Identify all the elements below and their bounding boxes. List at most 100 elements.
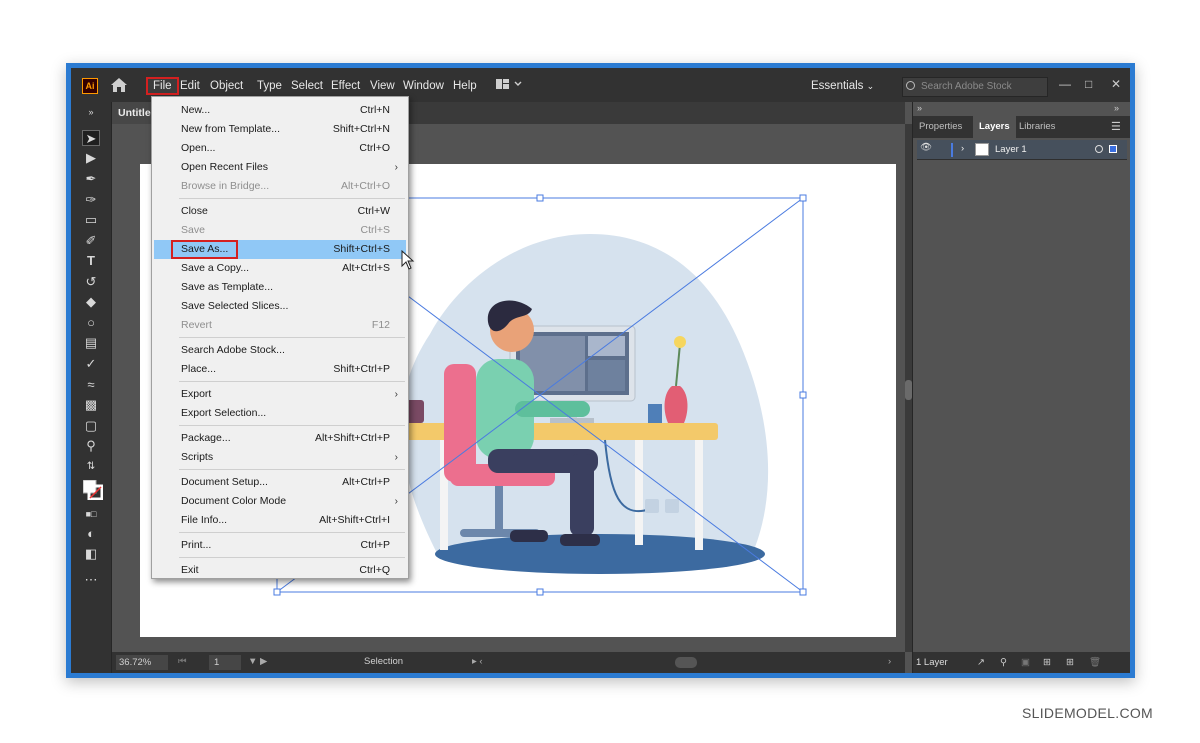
menu-separator [179, 557, 405, 558]
menu-item-shortcut: Shift+Ctrl+P [333, 363, 390, 375]
menu-item-new[interactable]: New... Ctrl+N [154, 101, 406, 120]
clipping-mask-icon[interactable]: ▣ [1021, 652, 1030, 673]
swap-colors-icon[interactable]: ⇅ [82, 459, 100, 475]
menu-item-open[interactable]: Open... Ctrl+O [154, 139, 406, 158]
new-sublayer-icon[interactable]: ⊞ [1043, 652, 1051, 673]
new-layer-icon[interactable]: ⊞ [1066, 652, 1074, 673]
vertical-scrollbar[interactable] [905, 124, 912, 652]
menu-view[interactable]: View [365, 77, 400, 95]
blend-tool-icon[interactable]: ≈ [82, 377, 100, 393]
zoom-tool-icon[interactable]: ⚲ [82, 438, 100, 454]
collapse-panel-icon[interactable]: » [917, 103, 922, 113]
maximize-button[interactable]: □ [1085, 77, 1092, 91]
type-tool-icon[interactable]: T [82, 253, 100, 269]
menu-item-place[interactable]: Place... Shift+Ctrl+P [154, 360, 406, 379]
draw-mode-icon[interactable]: ◐ [82, 526, 100, 542]
selection-tool-icon[interactable]: ➤ [82, 130, 100, 146]
menu-item-save[interactable]: Save Ctrl+S [154, 221, 406, 240]
submenu-arrow-icon: › [394, 162, 398, 173]
menu-item-file-info[interactable]: File Info... Alt+Shift+Ctrl+I [154, 511, 406, 530]
menu-object[interactable]: Object [205, 77, 248, 95]
tab-libraries[interactable]: Libraries [1013, 116, 1061, 138]
eraser-tool-icon[interactable]: ◆ [82, 294, 100, 310]
first-artboard-icon[interactable]: ⏮ [178, 656, 187, 667]
menu-effect[interactable]: Effect [326, 77, 365, 95]
menu-item-scripts[interactable]: Scripts › [154, 448, 406, 467]
layer-name[interactable]: Layer 1 [995, 144, 1027, 155]
rotate-tool-icon[interactable]: ↺ [82, 274, 100, 290]
fill-stroke-swatch[interactable] [83, 480, 103, 500]
direct-selection-tool-icon[interactable]: ▶ [82, 150, 100, 166]
menu-file[interactable]: File [146, 77, 179, 95]
collapse-toolbar-icon[interactable]: » [82, 104, 100, 120]
pen-tool-icon[interactable]: ✒ [82, 171, 100, 187]
tab-layers[interactable]: Layers [973, 116, 1016, 138]
menu-item-save-as-template[interactable]: Save as Template... [154, 278, 406, 297]
document-tab[interactable]: Untitled [112, 102, 152, 124]
screen-mode-icon[interactable]: ◧ [82, 546, 100, 562]
lasso-tool-icon[interactable]: ○ [82, 315, 100, 331]
delete-icon[interactable]: 🗑 [1089, 652, 1101, 673]
curvature-tool-icon[interactable]: ✑ [82, 192, 100, 208]
color-mode-icon[interactable]: ■□ [82, 506, 100, 522]
workspace-dropdown[interactable]: Essentials ⌄ [811, 77, 874, 95]
menu-item-save-a-copy[interactable]: Save a Copy... Alt+Ctrl+S [154, 259, 406, 278]
menu-item-package[interactable]: Package... Alt+Shift+Ctrl+P [154, 429, 406, 448]
menu-edit[interactable]: Edit [175, 77, 205, 95]
expand-layer-icon[interactable]: › [961, 143, 964, 154]
menu-item-label: New... [181, 104, 211, 116]
menu-item-label: Document Color Mode [181, 495, 287, 507]
status-menu-icon[interactable]: ▸ ‹ [472, 656, 483, 667]
menu-item-open-recent-files[interactable]: Open Recent Files › [154, 158, 406, 177]
menu-item-document-color-mode[interactable]: Document Color Mode › [154, 492, 406, 511]
menu-item-revert[interactable]: Revert F12 [154, 316, 406, 335]
desk-leg-mid [635, 440, 643, 545]
artboard-tool-icon[interactable]: ▢ [82, 418, 100, 434]
rectangle-tool-icon[interactable]: ▭ [82, 212, 100, 228]
menu-item-exit[interactable]: Exit Ctrl+Q [154, 561, 406, 580]
menu-item-document-setup[interactable]: Document Setup... Alt+Ctrl+P [154, 473, 406, 492]
target-circle-icon[interactable] [1095, 145, 1103, 153]
panel-menu-icon[interactable]: ☰ [1111, 120, 1121, 133]
menu-item-browse-in-bridge[interactable]: Browse in Bridge... Alt+Ctrl+O [154, 177, 406, 196]
tab-properties[interactable]: Properties [913, 116, 968, 138]
menu-help[interactable]: Help [448, 77, 482, 95]
menu-item-label: Browse in Bridge... [181, 180, 270, 192]
locate-object-icon[interactable]: ⚲ [1000, 652, 1007, 673]
home-icon[interactable] [109, 76, 129, 94]
menu-item-label: Save a Copy... [181, 262, 250, 274]
menu-item-new-from-template[interactable]: New from Template... Shift+Ctrl+N [154, 120, 406, 139]
horizontal-scrollbar-thumb[interactable] [675, 657, 697, 668]
menu-item-print[interactable]: Print... Ctrl+P [154, 536, 406, 555]
visibility-eye-icon[interactable]: 👁 [920, 142, 932, 153]
eyedropper-tool-icon[interactable]: ✓ [82, 356, 100, 372]
menu-item-export-selection[interactable]: Export Selection... [154, 404, 406, 423]
paintbrush-tool-icon[interactable]: ✐ [82, 233, 100, 249]
more-tools-icon[interactable]: ⋯ [82, 572, 100, 588]
next-artboard-icon[interactable]: ▼ ▶ [248, 656, 267, 667]
layer-row[interactable]: 👁 › Layer 1 [917, 140, 1127, 160]
shape-builder-tool-icon[interactable]: ▩ [82, 397, 100, 413]
zoom-field[interactable]: 36.72% [116, 655, 168, 670]
menu-item-close[interactable]: Close Ctrl+W [154, 202, 406, 221]
selection-square-icon[interactable] [1109, 145, 1117, 153]
person-arm [515, 401, 590, 417]
export-icon[interactable]: ↗ [977, 652, 985, 673]
menu-item-label: Open Recent Files [181, 161, 268, 173]
close-button[interactable]: ✕ [1111, 77, 1121, 91]
stock-search-input[interactable]: Search Adobe Stock [902, 77, 1048, 97]
gradient-tool-icon[interactable]: ▤ [82, 335, 100, 351]
menu-item-search-adobe-stock[interactable]: Search Adobe Stock... [154, 341, 406, 360]
workspace-switcher-icon[interactable] [496, 78, 524, 92]
scroll-right-icon[interactable]: › [888, 656, 891, 667]
minimize-button[interactable]: — [1059, 77, 1071, 91]
menu-window[interactable]: Window [398, 77, 449, 95]
menu-item-label: Save [181, 224, 205, 236]
menu-item-export[interactable]: Export › [154, 385, 406, 404]
artboard-number-field[interactable]: 1 [209, 655, 241, 670]
menu-item-save-selected-slices[interactable]: Save Selected Slices... [154, 297, 406, 316]
menu-type[interactable]: Type [252, 77, 287, 95]
menu-select[interactable]: Select [286, 77, 328, 95]
expand-panel-icon[interactable]: » [1114, 103, 1119, 113]
menu-item-save-as[interactable]: Save As... Shift+Ctrl+S [154, 240, 406, 259]
